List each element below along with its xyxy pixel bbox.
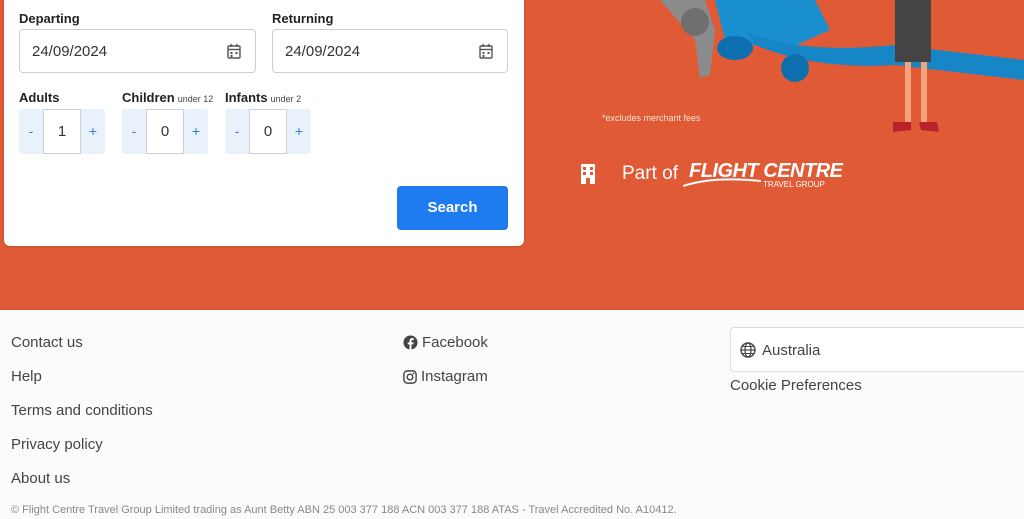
- departing-date-value: 24/09/2024: [32, 43, 108, 60]
- adults-decrement-button[interactable]: -: [19, 109, 43, 154]
- instagram-link[interactable]: Instagram: [403, 368, 488, 385]
- children-label-text: Children: [122, 90, 175, 105]
- country-selector[interactable]: Australia: [730, 327, 1024, 372]
- footer-link-privacy[interactable]: Privacy policy: [11, 436, 103, 453]
- footer-link-help[interactable]: Help: [11, 368, 42, 385]
- instagram-label: Instagram: [421, 368, 488, 385]
- children-increment-button[interactable]: +: [184, 109, 208, 154]
- facebook-icon: [403, 335, 418, 350]
- part-of-label: Part of: [622, 163, 678, 184]
- copyright-text: © Flight Centre Travel Group Limited tra…: [11, 504, 677, 516]
- search-button[interactable]: Search: [397, 186, 508, 230]
- returning-date-value: 24/09/2024: [285, 43, 361, 60]
- building-icon: [581, 164, 595, 184]
- instagram-icon: [403, 370, 417, 384]
- children-label: Children under 12: [122, 90, 213, 105]
- children-note: under 12: [177, 94, 214, 104]
- infants-increment-button[interactable]: +: [287, 109, 311, 154]
- footer-link-terms[interactable]: Terms and conditions: [11, 402, 153, 419]
- infants-label-text: Infants: [225, 90, 268, 105]
- footer-link-about-us[interactable]: About us: [11, 470, 70, 487]
- brand-subtitle: TRAVEL GROUP: [763, 180, 825, 189]
- adults-increment-button[interactable]: +: [81, 109, 105, 154]
- footer-link-contact-us[interactable]: Contact us: [11, 334, 83, 351]
- adults-label: Adults: [19, 90, 59, 105]
- facebook-label: Facebook: [422, 334, 488, 351]
- infants-label: Infants under 2: [225, 90, 301, 105]
- infants-decrement-button[interactable]: -: [225, 109, 249, 154]
- flight-centre-logo: FLIGHT CENTRE TRAVEL GROUP: [683, 160, 843, 192]
- calendar-icon: [227, 44, 241, 59]
- airplane-illustration: [660, 0, 1024, 132]
- children-count-input[interactable]: 0: [146, 109, 184, 154]
- cookie-preferences-link[interactable]: Cookie Preferences: [730, 377, 862, 394]
- infants-count-input[interactable]: 0: [249, 109, 287, 154]
- globe-icon: [740, 342, 756, 358]
- calendar-icon: [479, 44, 493, 59]
- returning-date-input[interactable]: 24/09/2024: [272, 29, 508, 73]
- country-value: Australia: [762, 342, 821, 359]
- facebook-link[interactable]: Facebook: [403, 334, 488, 351]
- departing-date-input[interactable]: 24/09/2024: [19, 29, 256, 73]
- adults-count-input[interactable]: 1: [43, 109, 81, 154]
- logo-swoosh-icon: [683, 178, 762, 187]
- infants-note: under 2: [270, 94, 302, 104]
- children-decrement-button[interactable]: -: [122, 109, 146, 154]
- excludes-merchant-fees-note: *excludes merchant fees: [602, 113, 701, 123]
- adults-label-text: Adults: [19, 90, 60, 105]
- returning-label: Returning: [272, 11, 334, 26]
- departing-label: Departing: [19, 11, 80, 26]
